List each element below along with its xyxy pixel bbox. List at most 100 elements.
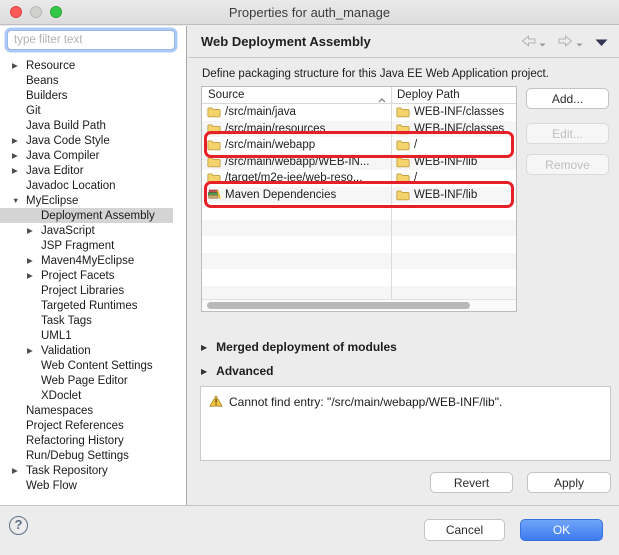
back-icon[interactable]: [521, 34, 536, 52]
tree-collapsed-icon[interactable]: ▶: [12, 58, 26, 73]
sidebar-item-label: Web Page Editor: [41, 375, 128, 387]
scrollbar-thumb[interactable]: [207, 302, 470, 309]
table-row[interactable]: /target/m2e-jee/web-reso.../: [202, 170, 516, 187]
header-separator: [188, 57, 619, 58]
close-button[interactable]: [10, 6, 22, 18]
sidebar-item-label: Java Editor: [26, 165, 84, 177]
help-button[interactable]: ?: [9, 516, 28, 535]
sidebar-item-label: UML1: [41, 330, 72, 342]
sidebar-item-label: JSP Fragment: [41, 240, 114, 252]
table-header: Source Deploy Path: [202, 87, 516, 104]
description-text: Define packaging structure for this Java…: [202, 68, 549, 80]
sidebar-item-label: XDoclet: [41, 390, 81, 402]
sidebar-item-git[interactable]: Git: [0, 103, 185, 118]
titlebar: Properties for auth_manage: [0, 0, 619, 25]
remove-button[interactable]: Remove: [526, 154, 609, 175]
tree-expanded-icon[interactable]: ▼: [12, 193, 26, 208]
table-row[interactable]: Maven DependenciesWEB-INF/lib: [202, 187, 516, 204]
sidebar-item-project-references[interactable]: Project References: [0, 418, 185, 433]
sidebar-item-web-page-editor[interactable]: Web Page Editor: [0, 373, 185, 388]
sidebar-item-java-code-style[interactable]: ▶Java Code Style: [0, 133, 185, 148]
folder-icon: [396, 106, 410, 118]
tree-collapsed-icon[interactable]: ▶: [12, 133, 26, 148]
source-cell: /src/main/webapp/WEB-IN...: [202, 156, 391, 168]
sidebar-item-label: Java Code Style: [26, 135, 110, 147]
source-column-header[interactable]: Source: [202, 87, 391, 103]
ok-button[interactable]: OK: [520, 519, 603, 541]
horizontal-scrollbar[interactable]: [202, 299, 516, 311]
table-row[interactable]: /src/main/resourcesWEB-INF/classes: [202, 121, 516, 138]
sidebar-item-task-tags[interactable]: Task Tags: [0, 313, 185, 328]
sidebar-item-task-repository[interactable]: ▶Task Repository: [0, 463, 185, 478]
table-row[interactable]: /src/main/webapp/WEB-IN...WEB-INF/lib: [202, 154, 516, 171]
sidebar-item-label: Builders: [26, 90, 68, 102]
sidebar-item-maven4myeclipse[interactable]: ▶Maven4MyEclipse: [0, 253, 185, 268]
sidebar-item-beans[interactable]: Beans: [0, 73, 185, 88]
sidebar-item-deployment-assembly[interactable]: Deployment Assembly: [0, 208, 173, 223]
sidebar-item-web-flow[interactable]: Web Flow: [0, 478, 185, 493]
folder-icon: [396, 139, 410, 151]
sidebar-item-resource[interactable]: ▶Resource: [0, 58, 185, 73]
tree-collapsed-icon[interactable]: ▶: [27, 268, 41, 283]
table-row[interactable]: /src/main/webapp/: [202, 137, 516, 154]
view-menu-icon[interactable]: [595, 34, 608, 52]
sidebar-item-project-libraries[interactable]: Project Libraries: [0, 283, 185, 298]
folder-icon: [396, 172, 410, 184]
tree-collapsed-icon[interactable]: ▶: [27, 223, 41, 238]
add-button[interactable]: Add...: [526, 88, 609, 109]
zoom-button[interactable]: [50, 6, 62, 18]
sidebar-item-javascript[interactable]: ▶JavaScript: [0, 223, 185, 238]
sidebar-item-java-compiler[interactable]: ▶Java Compiler: [0, 148, 185, 163]
tree-collapsed-icon[interactable]: ▶: [12, 163, 26, 178]
deploy-path-cell: WEB-INF/classes: [391, 106, 516, 118]
sidebar-item-javadoc-location[interactable]: Javadoc Location: [0, 178, 185, 193]
revert-button[interactable]: Revert: [430, 472, 513, 493]
forward-dropdown-icon[interactable]: [576, 34, 583, 52]
source-cell-text: /src/main/resources: [225, 123, 325, 135]
sidebar-item-refactoring-history[interactable]: Refactoring History: [0, 433, 185, 448]
sidebar-item-project-facets[interactable]: ▶Project Facets: [0, 268, 185, 283]
tree-collapsed-icon[interactable]: ▶: [27, 253, 41, 268]
apply-button[interactable]: Apply: [527, 472, 611, 493]
source-cell-text: /src/main/java: [225, 106, 296, 118]
section-advanced-toggle[interactable]: ▶ Advanced: [201, 364, 274, 378]
sidebar-item-builders[interactable]: Builders: [0, 88, 185, 103]
forward-icon[interactable]: [558, 34, 573, 52]
sidebar-item-label: Web Content Settings: [41, 360, 153, 372]
sidebar-item-web-content-settings[interactable]: Web Content Settings: [0, 358, 185, 373]
back-dropdown-icon[interactable]: [539, 34, 546, 52]
empty-row: [202, 236, 516, 253]
sidebar-item-run-debug-settings[interactable]: Run/Debug Settings: [0, 448, 185, 463]
sidebar-item-targeted-runtimes[interactable]: Targeted Runtimes: [0, 298, 185, 313]
sidebar-tree: ▶ResourceBeans BuildersGit Java Build Path…: [0, 56, 185, 505]
sidebar-item-validation[interactable]: ▶Validation: [0, 343, 185, 358]
page-title: Web Deployment Assembly: [201, 34, 371, 49]
table-row[interactable]: /src/main/java WEB-INF/classes: [202, 104, 516, 121]
sidebar-item-java-build-path[interactable]: Java Build Path: [0, 118, 185, 133]
section-merged-deployment-toggle[interactable]: ▶ Merged deployment of modules: [201, 340, 397, 354]
cancel-button[interactable]: Cancel: [424, 519, 505, 541]
tree-collapsed-icon[interactable]: ▶: [12, 463, 26, 478]
warning-icon: [209, 394, 223, 412]
edit-button[interactable]: Edit...: [526, 123, 609, 144]
deploy-path-cell: /: [391, 172, 516, 184]
sidebar-item-namespaces[interactable]: Namespaces: [0, 403, 185, 418]
library-icon: [207, 189, 221, 201]
tree-collapsed-icon[interactable]: ▶: [12, 148, 26, 163]
filter-input[interactable]: [7, 30, 175, 50]
minimize-button[interactable]: [30, 6, 42, 18]
sidebar-item-label: Targeted Runtimes: [41, 300, 138, 312]
sidebar-item-myeclipse[interactable]: ▼MyEclipse: [0, 193, 185, 208]
deploy-path-column-header[interactable]: Deploy Path: [391, 87, 516, 103]
folder-icon: [207, 106, 221, 118]
sidebar-item-xdoclet[interactable]: XDoclet: [0, 388, 185, 403]
sidebar-item-uml1[interactable]: UML1: [0, 328, 185, 343]
sidebar-item-label: Maven4MyEclipse: [41, 255, 134, 267]
tree-collapsed-icon[interactable]: ▶: [27, 343, 41, 358]
sidebar-item-label: JavaScript: [41, 225, 95, 237]
sidebar-item-label: Java Build Path: [26, 120, 106, 132]
source-cell: /target/m2e-jee/web-reso...: [202, 172, 391, 184]
sidebar-item-jsp-fragment[interactable]: JSP Fragment: [0, 238, 185, 253]
sidebar-item-java-editor[interactable]: ▶Java Editor: [0, 163, 185, 178]
nav-tools: [521, 34, 608, 52]
